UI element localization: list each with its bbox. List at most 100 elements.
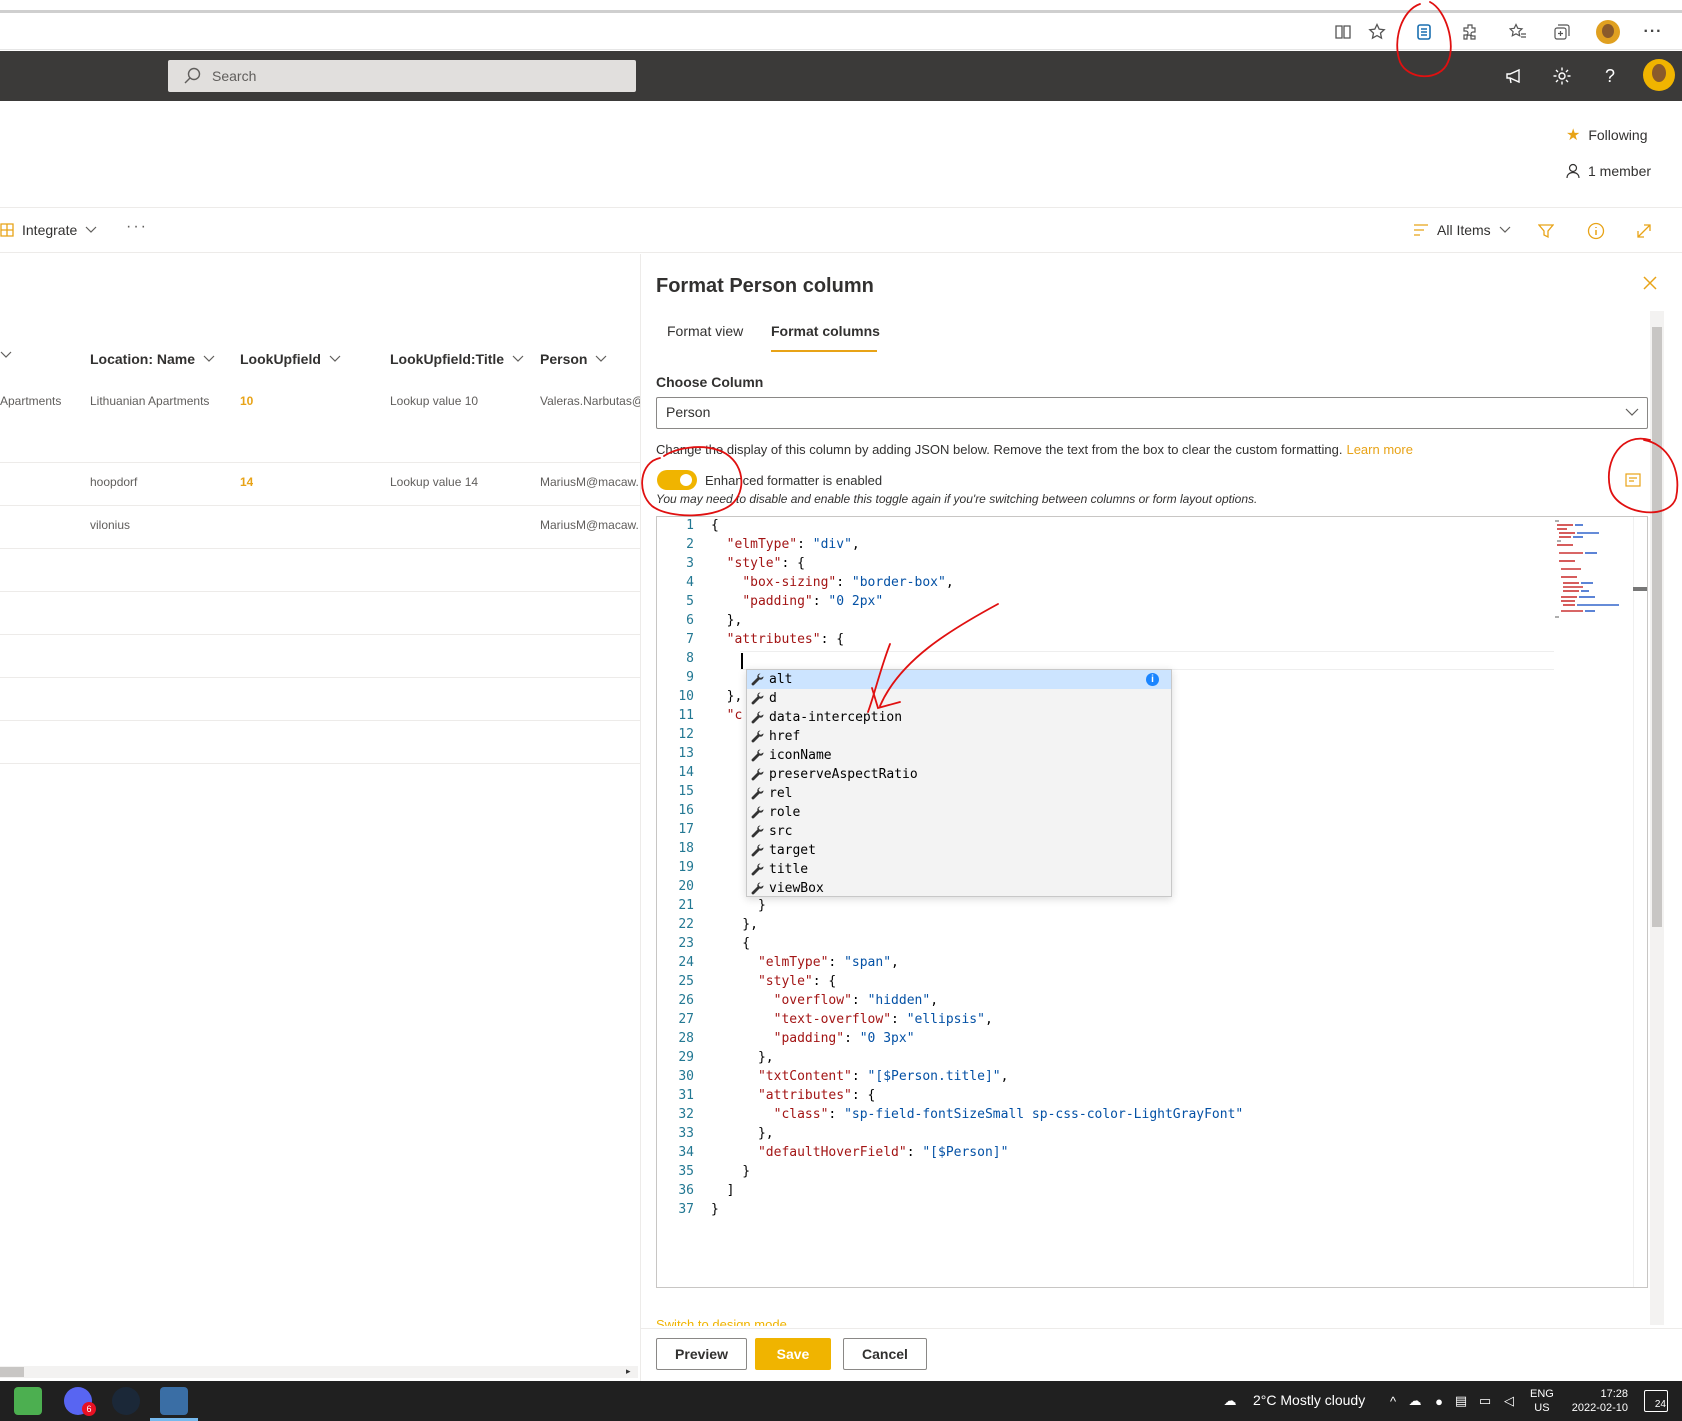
row-2-person[interactable]: MariusM@macaw. xyxy=(540,475,640,489)
browser-profile-avatar[interactable] xyxy=(1596,20,1620,44)
clock-time: 17:28 xyxy=(1600,1388,1628,1400)
favorites-icon[interactable] xyxy=(1507,21,1529,43)
scroll-right-arrow-icon[interactable]: ▸ xyxy=(626,1366,631,1377)
user-avatar[interactable] xyxy=(1643,59,1675,91)
suggestion-item[interactable]: title xyxy=(747,860,1171,879)
megaphone-icon[interactable] xyxy=(1502,64,1526,88)
row-divider xyxy=(0,591,640,592)
help-icon[interactable]: ? xyxy=(1598,64,1622,88)
network-icon[interactable]: ▭ xyxy=(1477,1393,1493,1409)
extensions-icon[interactable] xyxy=(1459,21,1481,43)
more-commands-button[interactable]: ··· xyxy=(126,218,148,236)
save-button[interactable]: Save xyxy=(755,1338,831,1370)
suggestion-item[interactable]: d xyxy=(747,689,1171,708)
row-3-location[interactable]: vilonius xyxy=(90,518,230,532)
code-line: }, xyxy=(711,1050,774,1065)
suggestion-item[interactable]: iconName xyxy=(747,746,1171,765)
expand-icon[interactable] xyxy=(1634,221,1654,241)
members-button[interactable]: 1 member xyxy=(1566,163,1651,179)
browser-toolbar: ··· xyxy=(0,13,1682,50)
reader-view-icon[interactable] xyxy=(1332,21,1354,43)
suggestion-item[interactable]: data-interception xyxy=(747,708,1171,727)
following-button[interactable]: ★ Following xyxy=(1566,125,1647,145)
microphone-icon[interactable]: ● xyxy=(1431,1393,1447,1409)
weather-cloud-icon[interactable]: ☁ xyxy=(1222,1393,1238,1409)
integrate-button[interactable]: Integrate xyxy=(0,222,97,238)
chevron-down-icon xyxy=(203,355,215,363)
suggestion-item[interactable]: target xyxy=(747,841,1171,860)
info-icon[interactable] xyxy=(1586,221,1606,241)
row-2-lookup[interactable]: 14 xyxy=(240,475,253,489)
row-1-lookup[interactable]: 10 xyxy=(240,394,253,408)
app-icon-window[interactable] xyxy=(160,1387,188,1415)
search-icon xyxy=(182,66,202,86)
suggestion-info-icon[interactable]: i xyxy=(1146,673,1159,686)
row-2-lookup-title[interactable]: Lookup value 14 xyxy=(390,475,478,489)
notification-center-icon[interactable]: 24 xyxy=(1644,1390,1668,1412)
choose-column-dropdown[interactable] xyxy=(656,397,1648,429)
column-header-partial[interactable] xyxy=(0,351,12,359)
row-3-person[interactable]: MariusM@macaw. xyxy=(540,518,640,532)
editor-minimap[interactable] xyxy=(1553,517,1625,627)
suggestion-item[interactable]: rel xyxy=(747,784,1171,803)
open-side-editor-icon[interactable] xyxy=(1617,464,1649,496)
printer-icon[interactable]: ▤ xyxy=(1453,1393,1469,1409)
suggestion-item[interactable]: src xyxy=(747,822,1171,841)
line-number: 35 xyxy=(678,1164,694,1179)
settings-gear-icon[interactable] xyxy=(1550,64,1574,88)
collections-icon[interactable] xyxy=(1551,21,1573,43)
row-1-partial[interactable]: Apartments xyxy=(0,394,80,408)
add-favorite-icon[interactable] xyxy=(1366,21,1388,43)
wrench-icon xyxy=(749,843,767,859)
list-horizontal-scrollbar[interactable] xyxy=(0,1366,638,1378)
chevron-down-icon xyxy=(0,351,12,359)
suggestion-item[interactable]: preserveAspectRatio xyxy=(747,765,1171,784)
suggestion-label: d xyxy=(769,691,777,706)
app-icon-steam[interactable] xyxy=(112,1387,140,1415)
line-number: 30 xyxy=(678,1069,694,1084)
filter-icon[interactable] xyxy=(1536,221,1556,241)
learn-more-link[interactable]: Learn more xyxy=(1346,442,1412,457)
tab-format-view[interactable]: Format view xyxy=(667,323,743,339)
clock[interactable]: 17:28 2022-02-10 xyxy=(1564,1387,1628,1415)
list-scroll-thumb[interactable] xyxy=(0,1367,24,1377)
suggestion-item[interactable]: alt xyxy=(747,670,1171,689)
wrench-icon xyxy=(749,805,767,821)
line-number: 8 xyxy=(686,651,694,666)
view-selector[interactable]: All Items xyxy=(1413,222,1511,238)
weather-text[interactable]: 2°C Mostly cloudy xyxy=(1253,1392,1365,1408)
volume-icon[interactable]: ◁ xyxy=(1501,1393,1517,1409)
switch-to-design-mode-link[interactable]: Switch to design mode xyxy=(656,1317,787,1326)
browser-menu-icon[interactable]: ··· xyxy=(1642,21,1664,43)
chevron-down-icon xyxy=(1624,404,1640,420)
cancel-button[interactable]: Cancel xyxy=(843,1338,927,1370)
panel-scroll-thumb[interactable] xyxy=(1652,327,1662,927)
row-1-person[interactable]: Valeras.Narbutas@ xyxy=(540,394,640,408)
line-number: 7 xyxy=(686,632,694,647)
app-icon-notepad[interactable] xyxy=(14,1387,42,1415)
row-1-lookup-title[interactable]: Lookup value 10 xyxy=(390,394,478,408)
line-number: 18 xyxy=(678,841,694,856)
row-divider xyxy=(0,548,640,549)
close-icon[interactable] xyxy=(1640,273,1662,295)
chevron-up-icon[interactable]: ^ xyxy=(1385,1393,1401,1409)
line-number: 3 xyxy=(686,556,694,571)
column-header-lookupfield[interactable]: LookUpfield xyxy=(240,351,341,367)
column-header-location[interactable]: Location: Name xyxy=(90,351,215,367)
preview-button[interactable]: Preview xyxy=(656,1338,747,1370)
column-header-lookupfield-title[interactable]: LookUpfield:Title xyxy=(390,351,524,367)
line-number: 25 xyxy=(678,974,694,989)
suggestion-item[interactable]: viewBox xyxy=(747,879,1171,898)
row-2-location[interactable]: hoopdorf xyxy=(90,475,230,489)
suggestion-item[interactable]: role xyxy=(747,803,1171,822)
extension-devtools-icon[interactable] xyxy=(1413,21,1435,43)
suggestion-item[interactable]: href xyxy=(747,727,1171,746)
editor-scroll-thumb[interactable] xyxy=(1633,587,1647,591)
language-indicator[interactable]: ENG US xyxy=(1530,1387,1554,1415)
editor-scrollbar[interactable] xyxy=(1633,517,1647,1287)
onedrive-icon[interactable]: ☁ xyxy=(1407,1393,1423,1409)
column-header-person[interactable]: Person xyxy=(540,351,607,367)
row-1-location[interactable]: Lithuanian Apartments xyxy=(90,394,230,408)
tab-format-columns[interactable]: Format columns xyxy=(771,323,880,339)
line-number: 2 xyxy=(686,537,694,552)
